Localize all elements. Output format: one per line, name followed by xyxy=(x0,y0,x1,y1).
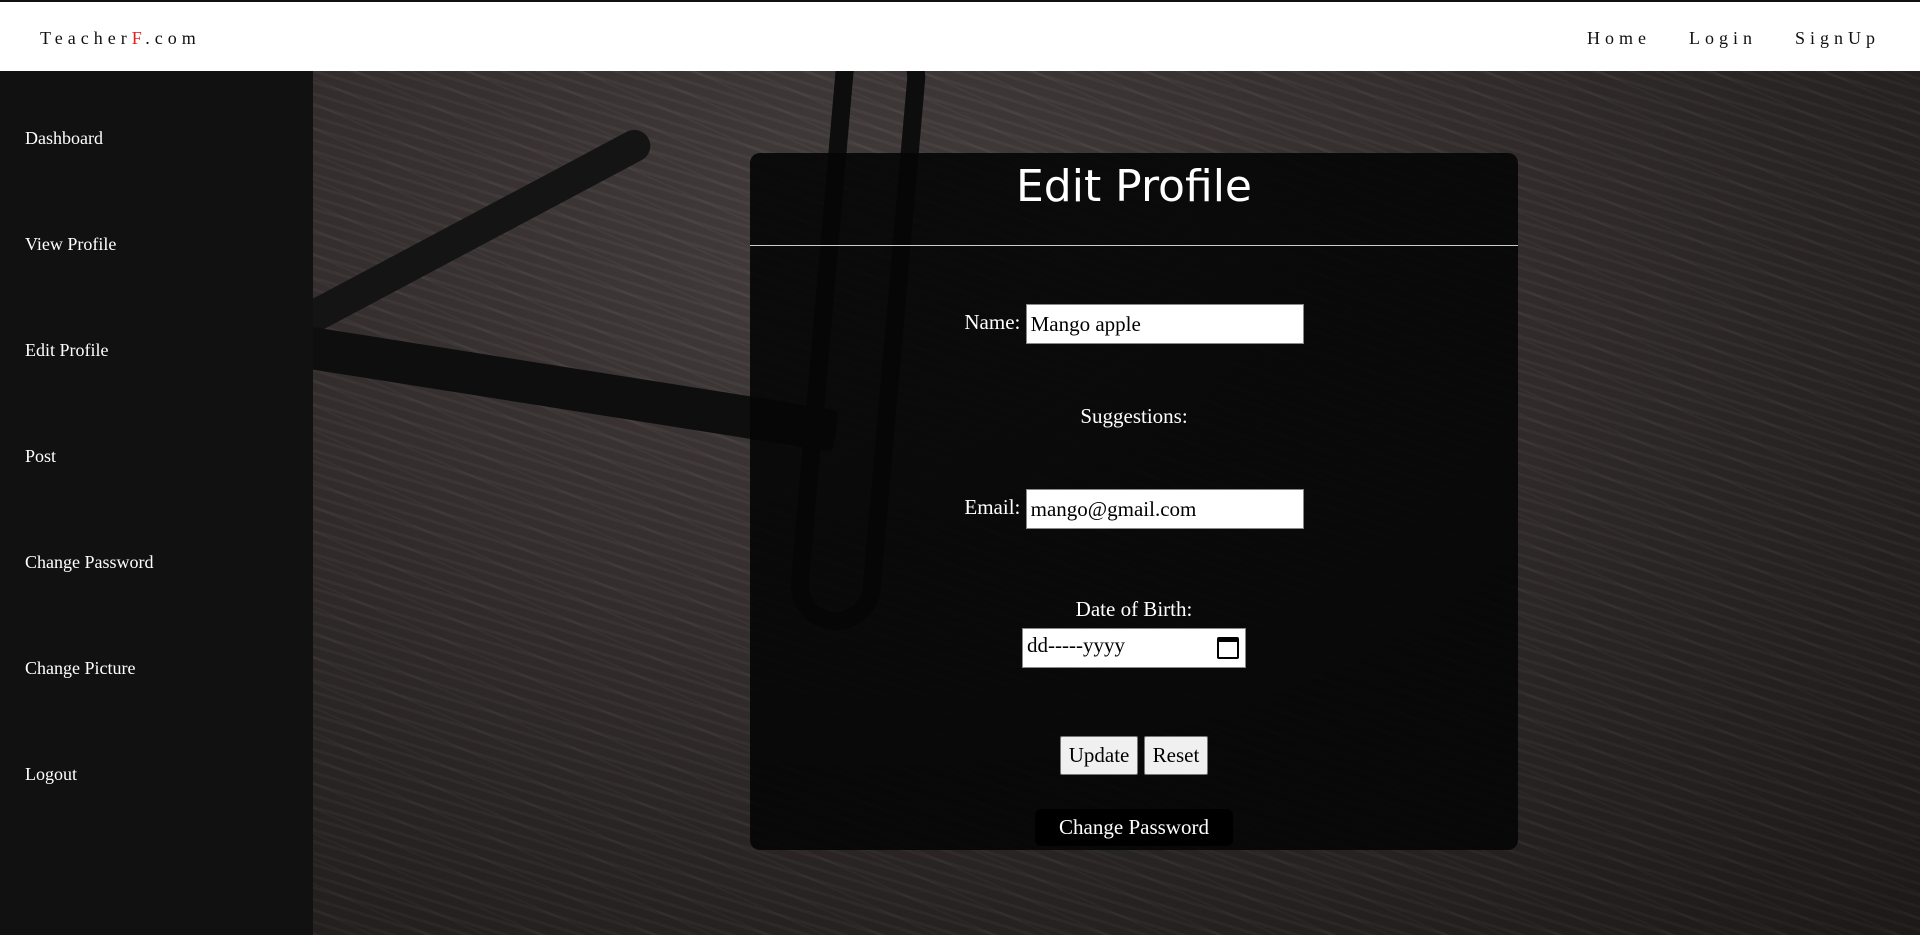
name-label: Name: xyxy=(964,309,1021,334)
sidebar-item-change-password[interactable]: Change Password xyxy=(25,552,154,573)
dob-placeholder: dd-----yyyy xyxy=(1027,633,1125,657)
button-row: Update Reset xyxy=(750,736,1518,775)
dob-label-row: Date of Birth: xyxy=(750,597,1518,622)
title-divider xyxy=(750,245,1518,246)
calendar-icon[interactable] xyxy=(1217,637,1239,659)
sidebar-item-view-profile[interactable]: View Profile xyxy=(25,234,116,255)
edit-profile-card: Edit Profile Name: Suggestions: Email: D… xyxy=(750,153,1518,850)
nav-home-link[interactable]: Home xyxy=(1587,28,1651,49)
nav-signup-link[interactable]: SignUp xyxy=(1795,28,1880,49)
page-title: Edit Profile xyxy=(1015,161,1252,212)
brand-logo[interactable]: TeacherF.com xyxy=(40,28,201,49)
reset-button[interactable]: Reset xyxy=(1143,736,1209,775)
change-password-link[interactable]: Change Password xyxy=(1035,809,1233,846)
top-nav-links: Home Login SignUp xyxy=(1549,28,1880,49)
name-row: Name: xyxy=(750,304,1518,344)
email-row: Email: xyxy=(750,489,1518,529)
brand-suffix: .com xyxy=(145,28,201,48)
dob-label: Date of Birth: xyxy=(1075,597,1193,621)
suggestions-row: Suggestions: xyxy=(750,404,1518,429)
sidebar-item-dashboard[interactable]: Dashboard xyxy=(25,128,103,149)
nav-login-link[interactable]: Login xyxy=(1689,28,1757,49)
dob-input-row: dd-----yyyy xyxy=(750,628,1518,668)
sidebar-item-post[interactable]: Post xyxy=(25,446,56,467)
suggestions-label: Suggestions: xyxy=(1080,404,1188,428)
change-password-row: Change Password xyxy=(750,809,1518,846)
email-input[interactable] xyxy=(1025,489,1304,529)
background-glasses-top xyxy=(313,124,656,350)
brand-accent: F xyxy=(131,28,146,48)
brand-prefix: Teacher xyxy=(40,28,132,48)
name-input[interactable] xyxy=(1025,304,1304,344)
sidebar: Dashboard View Profile Edit Profile Post… xyxy=(0,71,313,935)
top-navbar: TeacherF.com Home Login SignUp xyxy=(0,0,1920,71)
sidebar-item-change-picture[interactable]: Change Picture xyxy=(25,658,135,679)
update-button[interactable]: Update xyxy=(1059,736,1139,775)
sidebar-item-logout[interactable]: Logout xyxy=(25,764,77,785)
email-label: Email: xyxy=(964,494,1021,519)
sidebar-item-edit-profile[interactable]: Edit Profile xyxy=(25,340,109,361)
dob-input[interactable]: dd-----yyyy xyxy=(1022,628,1246,668)
